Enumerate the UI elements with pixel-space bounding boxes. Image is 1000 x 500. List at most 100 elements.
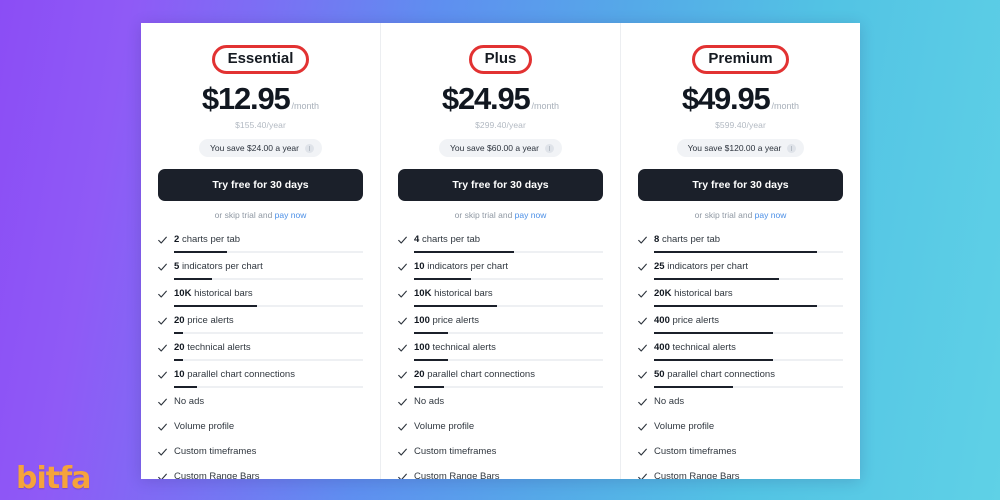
plan-name: Plus xyxy=(484,50,517,67)
info-icon[interactable] xyxy=(545,143,554,153)
feature-meter-fill xyxy=(414,359,449,361)
plan-card-plus: Plus $24.95/month $299.40/year You save $60… xyxy=(380,23,620,479)
feature-value: 400 xyxy=(654,342,670,353)
plan-price: $24.95 xyxy=(441,81,531,116)
plan-header: Premium $49.95/month $599.40/year You save … xyxy=(638,31,843,220)
plan-price-row: $12.95/month xyxy=(158,83,363,114)
skip-trial-line: or skip trial and pay now xyxy=(158,210,363,220)
check-icon xyxy=(158,370,167,381)
feature-meter-track xyxy=(414,359,603,361)
feature-value: 50 xyxy=(654,369,665,380)
feature-row: 8 charts per tab xyxy=(638,234,843,258)
feature-label: 4 charts per tab xyxy=(414,234,480,246)
feature-label: 400 price alerts xyxy=(654,315,719,327)
feature-label: 10K historical bars xyxy=(414,288,493,300)
feature-text: indicators per chart xyxy=(667,261,749,272)
feature-meter-track xyxy=(174,305,363,307)
feature-row: 5 indicators per chart xyxy=(158,261,363,285)
feature-label: Volume profile xyxy=(654,421,715,432)
feature-row: No ads xyxy=(398,396,603,418)
skip-trial-line: or skip trial and pay now xyxy=(638,210,843,220)
feature-value: 100 xyxy=(414,342,430,353)
info-icon[interactable] xyxy=(787,143,797,153)
feature-label: 10 indicators per chart xyxy=(414,261,508,273)
feature-row: 20 technical alerts xyxy=(158,342,363,366)
feature-meter-fill xyxy=(174,359,184,361)
check-icon xyxy=(398,447,407,458)
feature-meter-track xyxy=(654,386,843,388)
feature-row: Custom timeframes xyxy=(158,446,363,468)
pay-now-link[interactable]: pay now xyxy=(755,210,787,220)
feature-label: 100 technical alerts xyxy=(414,342,496,354)
plan-yearly-price: $299.40/year xyxy=(475,120,526,130)
feature-row: Volume profile xyxy=(638,421,843,443)
feature-row: 20K historical bars xyxy=(638,288,843,312)
feature-list: 2 charts per tab 5 indicators per chart 10… xyxy=(158,234,363,479)
savings-text: You save $24.00 a year xyxy=(209,143,299,153)
feature-value: 5 xyxy=(174,261,180,272)
feature-text: charts per tab xyxy=(181,234,241,245)
plan-yearly-price: $599.40/year xyxy=(715,120,766,130)
pay-now-link[interactable]: pay now xyxy=(515,210,547,220)
check-icon xyxy=(158,447,167,458)
check-icon xyxy=(398,262,407,273)
plan-header: Plus $24.95/month $299.40/year You save $60… xyxy=(398,31,603,220)
feature-label: No ads xyxy=(414,396,445,407)
feature-meter-track xyxy=(174,386,363,388)
feature-label: 400 technical alerts xyxy=(654,342,736,354)
plan-name: Essential xyxy=(227,50,294,67)
try-free-button[interactable]: Try free for 30 days xyxy=(158,169,363,201)
feature-meter-track xyxy=(174,359,363,361)
feature-value: 2 xyxy=(174,234,180,245)
feature-label: 2 charts per tab xyxy=(174,234,240,246)
plan-price-period: /month xyxy=(771,101,800,111)
feature-label: 20 parallel chart connections xyxy=(414,369,535,381)
feature-meter-fill xyxy=(654,386,734,388)
check-icon xyxy=(158,343,167,354)
feature-meter-track xyxy=(414,386,603,388)
feature-label: 10 parallel chart connections xyxy=(174,369,295,381)
feature-row: 4 charts per tab xyxy=(398,234,603,258)
check-icon xyxy=(398,422,407,433)
feature-meter-fill xyxy=(414,386,445,388)
feature-row: 20 price alerts xyxy=(158,315,363,339)
savings-badge: You save $60.00 a year xyxy=(438,139,562,157)
feature-row: 400 technical alerts xyxy=(638,342,843,366)
check-icon xyxy=(638,397,647,408)
feature-meter-track xyxy=(654,305,843,307)
plan-price: $12.95 xyxy=(201,81,291,116)
check-icon xyxy=(638,289,647,300)
feature-value: 100 xyxy=(414,315,430,326)
feature-text: price alerts xyxy=(672,315,719,326)
plan-name-highlight: Premium xyxy=(692,45,789,74)
feature-label: Custom Range Bars xyxy=(174,471,260,479)
pay-now-link[interactable]: pay now xyxy=(275,210,307,220)
bitfa-logo: bitfa xyxy=(16,461,91,496)
feature-text: parallel chart connections xyxy=(427,369,535,380)
feature-row: 10K historical bars xyxy=(398,288,603,312)
feature-row: 10 parallel chart connections xyxy=(158,369,363,393)
feature-meter-fill xyxy=(654,278,779,280)
info-icon[interactable] xyxy=(305,143,314,153)
check-icon xyxy=(398,316,407,327)
feature-text: historical bars xyxy=(194,288,253,299)
check-icon xyxy=(398,370,407,381)
feature-label: 20 price alerts xyxy=(174,315,234,327)
savings-badge: You save $120.00 a year xyxy=(676,139,805,157)
plan-columns: Essential $12.95/month $155.40/year You sav… xyxy=(141,23,860,479)
check-icon xyxy=(398,343,407,354)
feature-meter-fill xyxy=(414,278,471,280)
check-icon xyxy=(158,397,167,408)
check-icon xyxy=(158,235,167,246)
feature-meter-track xyxy=(414,332,603,334)
check-icon xyxy=(158,422,167,433)
check-icon xyxy=(638,316,647,327)
try-free-button[interactable]: Try free for 30 days xyxy=(638,169,843,201)
check-icon xyxy=(638,262,647,273)
savings-text: You save $120.00 a year xyxy=(687,143,782,153)
feature-meter-track xyxy=(654,251,843,253)
feature-row: 50 parallel chart connections xyxy=(638,369,843,393)
plan-name-highlight: Essential xyxy=(211,45,310,74)
try-free-button[interactable]: Try free for 30 days xyxy=(398,169,603,201)
plan-price: $49.95 xyxy=(681,81,771,116)
